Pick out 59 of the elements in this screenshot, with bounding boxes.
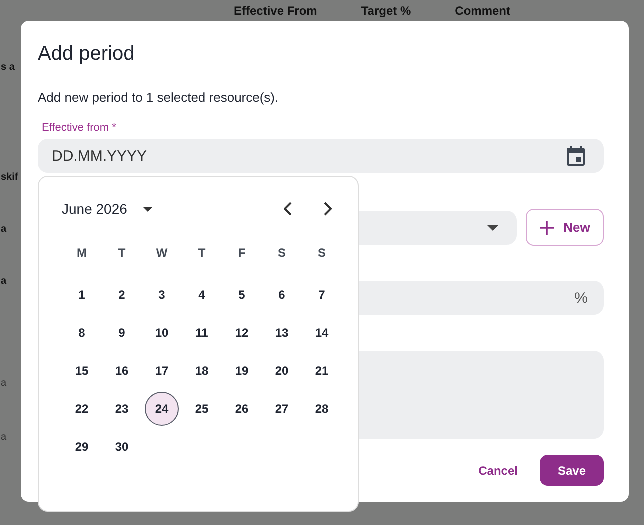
day-cell[interactable]: 20 [265, 354, 299, 388]
new-button[interactable]: New [526, 209, 604, 246]
day-cell[interactable]: 30 [105, 430, 139, 464]
cell-text: s a [1, 62, 15, 73]
day-cell[interactable]: 10 [145, 316, 179, 350]
cell-text: a [1, 378, 7, 389]
weekday-label: M [76, 246, 88, 260]
day-cell[interactable]: 11 [185, 316, 219, 350]
day-cell[interactable]: 16 [105, 354, 139, 388]
cell-text: a [1, 432, 7, 443]
day-cell[interactable]: 12 [225, 316, 259, 350]
weekday-label: W [155, 246, 169, 260]
day-cell[interactable]: 29 [65, 430, 99, 464]
weekday-label: S [276, 246, 287, 260]
day-cell[interactable]: 9 [105, 316, 139, 350]
weekday-label: S [316, 246, 327, 260]
day-cell[interactable]: 26 [225, 392, 259, 426]
day-cell[interactable]: 19 [225, 354, 259, 388]
day-cell[interactable]: 25 [185, 392, 219, 426]
dialog-title: Add period [38, 42, 136, 67]
column-header: Comment [455, 4, 510, 18]
day-cell[interactable]: 2 [105, 278, 139, 312]
day-cell[interactable]: 18 [185, 354, 219, 388]
plus-icon [540, 220, 554, 234]
cell-text: a [1, 276, 7, 287]
chevron-left-icon[interactable] [284, 202, 292, 216]
day-cell[interactable]: 4 [185, 278, 219, 312]
weekday-label: T [117, 246, 127, 260]
dialog-description: Add new period to 1 selected resource(s). [38, 90, 280, 105]
day-cell[interactable]: 27 [265, 392, 299, 426]
column-header: Target % [361, 4, 412, 18]
day-cell[interactable]: 8 [65, 316, 99, 350]
day-cell[interactable]: 3 [145, 278, 179, 312]
cell-text: a [1, 224, 7, 235]
field-label: Effective from * [41, 122, 118, 134]
caret-icon [487, 224, 499, 230]
day-cell[interactable]: 23 [105, 392, 139, 426]
day-cell[interactable]: 14 [305, 316, 339, 350]
date-field[interactable]: DD.MM.YYYY [38, 139, 604, 173]
day-cell[interactable]: 24 [145, 392, 179, 426]
day-cell[interactable]: 21 [305, 354, 339, 388]
weekday-label: T [197, 246, 207, 260]
column-header: Effective From [234, 4, 318, 18]
chevron-right-icon[interactable] [324, 202, 332, 216]
day-cell[interactable]: 13 [265, 316, 299, 350]
save-button[interactable]: Save [540, 455, 604, 486]
day-cell[interactable]: 7 [305, 278, 339, 312]
day-cell[interactable]: 6 [265, 278, 299, 312]
cell-text: skif [1, 172, 18, 183]
day-cell[interactable]: 22 [65, 392, 99, 426]
day-cell[interactable]: 28 [305, 392, 339, 426]
day-cell[interactable]: 15 [65, 354, 99, 388]
cancel-button[interactable]: Cancel [474, 460, 522, 482]
month-label[interactable]: June 2026 [62, 201, 128, 217]
weekday-label: F [237, 246, 247, 260]
day-cell[interactable]: 17 [145, 354, 179, 388]
calendar-icon[interactable] [564, 144, 588, 168]
day-cell[interactable]: 1 [65, 278, 99, 312]
day-cell[interactable]: 5 [225, 278, 259, 312]
